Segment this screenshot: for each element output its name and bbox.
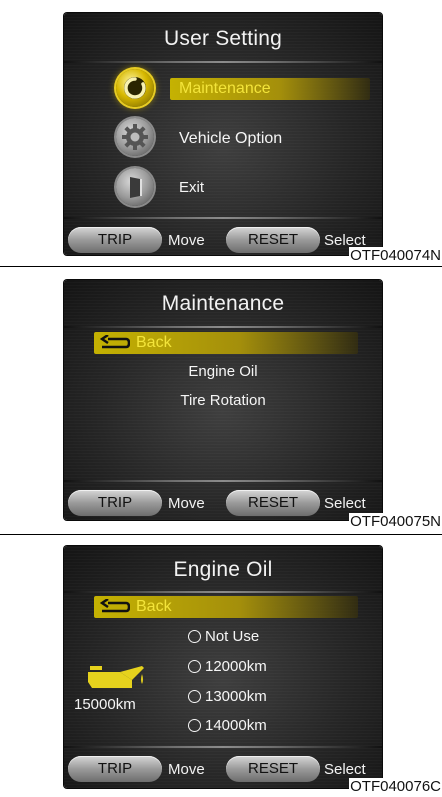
back-arrow-icon: [100, 335, 130, 349]
radio-icon: [188, 630, 201, 643]
divider: [0, 266, 442, 267]
move-label: Move: [168, 761, 205, 778]
option-label: Not Use: [205, 628, 260, 645]
gear-icon: [116, 118, 154, 156]
oil-can-icon: [88, 666, 144, 688]
menu-item-label: Exit: [179, 179, 205, 196]
menu-item-label: Maintenance: [179, 80, 271, 97]
bottom-separator: [64, 217, 382, 219]
menu-item-engine-oil[interactable]: Engine Oil: [64, 363, 382, 380]
option-label: 13000km: [205, 688, 267, 705]
cluster-screen: Maintenance Back Engine Oil Tire Rotatio…: [64, 280, 382, 520]
move-label: Move: [168, 232, 205, 249]
button-bar: TRIP Move RESET Select: [64, 225, 382, 255]
move-label: Move: [168, 495, 205, 512]
title-separator: [64, 326, 382, 328]
option-not-use[interactable]: Not Use: [188, 628, 259, 645]
figure-code: OTF040074N: [349, 247, 442, 264]
reset-button[interactable]: RESET: [226, 490, 320, 516]
menu-item-tire-rotation[interactable]: Tire Rotation: [64, 392, 382, 409]
screen-title: Engine Oil: [173, 558, 273, 581]
option-12000km[interactable]: 12000km: [188, 658, 267, 675]
radio-icon: [188, 660, 201, 673]
bottom-separator: [64, 746, 382, 748]
current-interval: 15000km: [74, 696, 136, 713]
figure-code: OTF040075N: [349, 513, 442, 530]
select-label: Select: [324, 495, 366, 512]
option-label: 12000km: [205, 658, 267, 675]
reset-button[interactable]: RESET: [226, 756, 320, 782]
title-separator: [64, 591, 382, 593]
figure-code: OTF040076C: [349, 778, 442, 795]
select-label: Select: [324, 761, 366, 778]
divider: [0, 534, 442, 535]
panel-maintenance: Maintenance Back Engine Oil Tire Rotatio…: [0, 268, 442, 530]
screen-title: Maintenance: [161, 292, 285, 315]
back-label: Back: [136, 334, 172, 351]
option-13000km[interactable]: 13000km: [188, 688, 267, 705]
back-arrow-icon: [100, 599, 130, 613]
button-bar: TRIP Move RESET Select: [64, 488, 382, 518]
menu-item-label: Vehicle Option: [179, 130, 283, 147]
panel-engine-oil: Engine Oil Back 15000km Not Use 12000km …: [0, 536, 442, 797]
title-separator: [64, 61, 382, 63]
power-icon: [116, 69, 154, 107]
panel-user-setting: User Setting Maintenance Vehicle Option …: [0, 0, 442, 264]
selection-highlight: [94, 596, 358, 618]
trip-button[interactable]: TRIP: [68, 756, 162, 782]
bottom-separator: [64, 480, 382, 482]
trip-button[interactable]: TRIP: [68, 490, 162, 516]
selection-highlight: [94, 332, 358, 354]
screen-title: User Setting: [164, 27, 282, 50]
radio-icon: [188, 690, 201, 703]
option-label: 14000km: [205, 717, 267, 734]
trip-button[interactable]: TRIP: [68, 227, 162, 253]
cluster-screen: Engine Oil Back 15000km Not Use 12000km …: [64, 546, 382, 788]
reset-button[interactable]: RESET: [226, 227, 320, 253]
door-icon: [116, 168, 154, 206]
back-label: Back: [136, 598, 172, 615]
option-14000km[interactable]: 14000km: [188, 717, 267, 734]
cluster-screen: User Setting Maintenance Vehicle Option …: [64, 13, 382, 255]
radio-icon: [188, 719, 201, 732]
button-bar: TRIP Move RESET Select: [64, 754, 382, 784]
